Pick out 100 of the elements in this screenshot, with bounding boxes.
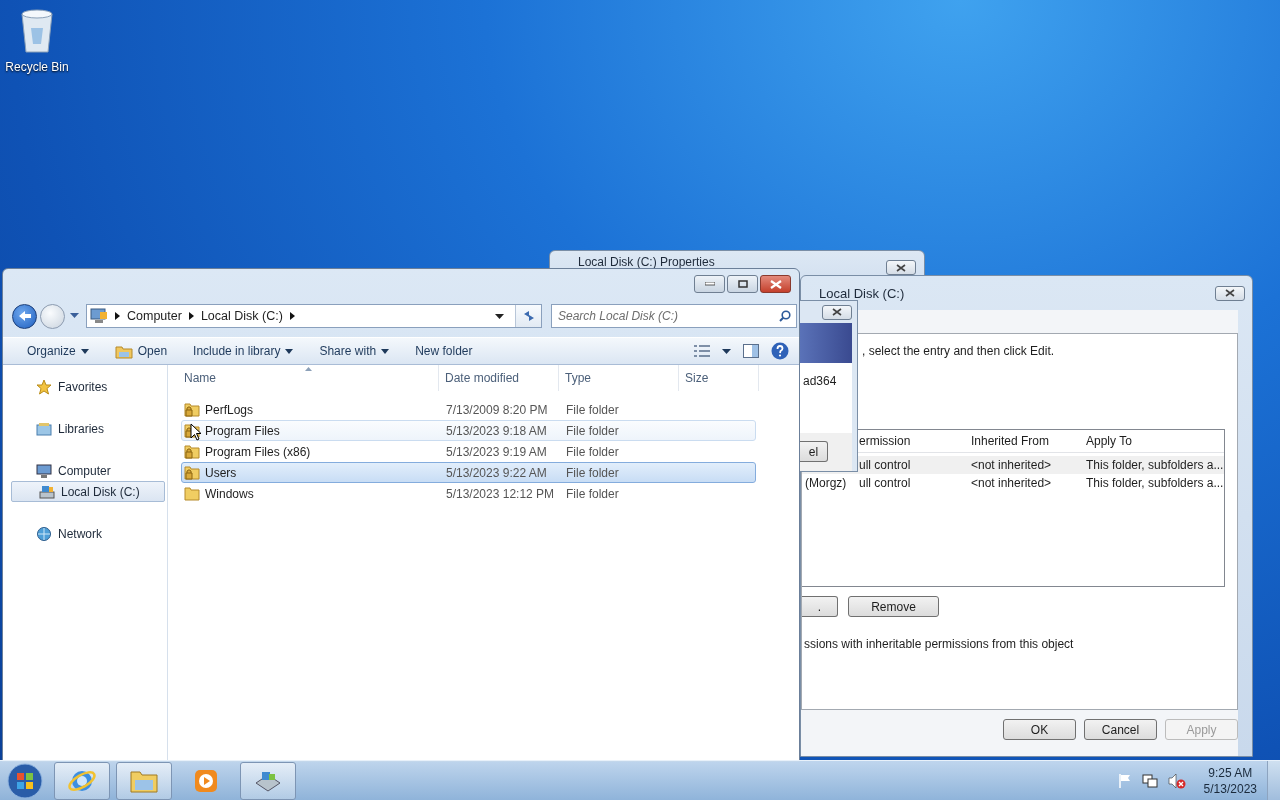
close-button[interactable] xyxy=(1215,285,1245,301)
column-header[interactable]: ermission xyxy=(859,434,971,448)
desktop-icon-label[interactable]: Recycle Bin xyxy=(5,60,69,74)
file-row[interactable]: PerfLogs 7/13/2009 8:20 PM File folder xyxy=(181,399,756,420)
column-header[interactable]: Date modified xyxy=(439,365,559,391)
clock-time[interactable]: 9:25 AM xyxy=(1208,765,1253,780)
toolbar-button[interactable]: New folder xyxy=(406,339,482,363)
sort-arrow-icon xyxy=(305,367,312,371)
dropdown-arrow-icon xyxy=(285,348,294,354)
table-cell-text: <not inherited> xyxy=(971,458,1053,472)
network-icon xyxy=(36,525,52,542)
instruction-text: , select the entry and then click Edit. xyxy=(862,344,1056,358)
taskbar-button[interactable] xyxy=(116,761,172,800)
close-icon xyxy=(769,279,782,289)
minimize-button[interactable] xyxy=(694,275,725,293)
breadcrumb-item[interactable]: Computer xyxy=(127,309,182,323)
file-name: Windows xyxy=(205,486,254,501)
drive-icon xyxy=(39,484,55,499)
breadcrumb-arrow-icon[interactable] xyxy=(289,312,295,320)
file-name: PerfLogs xyxy=(205,402,254,417)
file-row[interactable]: Program Files (x86) 5/13/2023 9:19 AM File folder xyxy=(181,441,756,462)
dropdown-arrow-icon[interactable] xyxy=(495,313,504,319)
close-button[interactable] xyxy=(760,275,791,293)
table-cell: This folder, subfolders a... xyxy=(1086,476,1224,490)
table-cell-text: File folder xyxy=(565,444,620,459)
dialog-button[interactable]: Remove xyxy=(848,596,939,617)
nav-item[interactable]: Computer xyxy=(11,460,165,481)
play-icon xyxy=(194,768,218,793)
search-field[interactable]: Search Local Disk (C:) xyxy=(551,304,797,328)
table-cell-text: 5/13/2023 9:22 AM xyxy=(445,465,548,480)
help-icon[interactable] xyxy=(771,342,789,360)
table-cell-text: <not inherited> xyxy=(971,476,1053,490)
checkbox-label: ssions with inheritable permissions from this object xyxy=(804,637,1075,651)
start-button[interactable] xyxy=(6,761,44,800)
table-cell-text: File folder xyxy=(565,423,620,438)
dropdown-arrow-icon xyxy=(80,348,89,354)
file-name: Program Files xyxy=(205,423,280,438)
taskbar-button[interactable] xyxy=(54,761,110,800)
toolbar-button[interactable]: Organize xyxy=(13,339,98,363)
column-header[interactable]: Size xyxy=(679,365,759,391)
breadcrumb-arrow-icon[interactable] xyxy=(115,312,120,320)
file-name: Program Files (x86) xyxy=(205,444,311,459)
banner xyxy=(800,323,852,363)
window-title: Local Disk (C:) xyxy=(819,285,905,301)
close-icon xyxy=(832,308,842,316)
dropdown-arrow-icon[interactable] xyxy=(722,348,731,354)
close-icon xyxy=(896,263,906,272)
table-cell-text: ull control xyxy=(859,458,912,472)
toolbar-button[interactable]: Share with xyxy=(310,339,399,363)
nav-item[interactable]: Libraries xyxy=(11,418,165,439)
address-bar[interactable]: Computer Local Disk (C:) xyxy=(86,304,542,328)
table-cell-text: ull control xyxy=(859,476,912,490)
table-cell: (Morgz) xyxy=(805,476,847,490)
preview-pane-icon[interactable] xyxy=(743,344,759,358)
table-cell-text: File folder xyxy=(565,465,620,480)
restore-icon xyxy=(737,280,748,288)
restore-button[interactable] xyxy=(727,275,758,293)
breadcrumb-item[interactable]: Local Disk (C:) xyxy=(200,309,283,323)
file-row[interactable]: Program Files 5/13/2023 9:18 AM File folder xyxy=(181,420,756,441)
window-title: Local Disk (C:) Properties xyxy=(578,255,715,269)
file-row[interactable]: Users 5/13/2023 9:22 AM File folder xyxy=(181,462,756,483)
nav-item[interactable]: Favorites xyxy=(11,376,165,397)
network-icon[interactable] xyxy=(1141,772,1158,789)
file-row[interactable]: Windows 5/13/2023 12:12 PM File folder xyxy=(181,483,756,504)
table-cell-text: File folder xyxy=(565,486,620,501)
dialog-text: ad364 xyxy=(802,374,837,388)
dialog-button[interactable]: el xyxy=(800,441,828,462)
star-icon xyxy=(36,378,52,395)
close-button[interactable] xyxy=(822,304,852,320)
back-arrow-icon xyxy=(17,310,32,322)
file-name: Users xyxy=(205,465,237,480)
column-header[interactable]: Type xyxy=(559,365,679,391)
clock-date[interactable]: 5/13/2023 xyxy=(1203,781,1257,796)
taskbar-button[interactable] xyxy=(240,761,296,800)
dialog-button[interactable]: Cancel xyxy=(1084,719,1157,740)
toolbar-button[interactable]: Open xyxy=(105,339,177,363)
nav-item[interactable]: Local Disk (C:) xyxy=(11,481,165,502)
table-cell-text: 5/13/2023 9:18 AM xyxy=(445,423,548,438)
table-cell-text: 5/13/2023 9:19 AM xyxy=(445,444,548,459)
dropdown-arrow-icon xyxy=(381,348,390,354)
breadcrumb-arrow-icon[interactable] xyxy=(188,312,194,320)
nav-item[interactable]: Network xyxy=(11,523,165,544)
back-button[interactable] xyxy=(12,303,37,329)
mouse-cursor-icon xyxy=(190,423,202,441)
column-header[interactable]: Apply To xyxy=(1086,434,1224,448)
dialog-button[interactable]: OK xyxy=(1003,719,1076,740)
dialog-button[interactable]: . xyxy=(802,596,838,617)
table-cell-text: 7/13/2009 8:20 PM xyxy=(445,402,549,417)
view-options-icon[interactable] xyxy=(694,345,710,357)
table-cell: This folder, subfolders a... xyxy=(1086,458,1224,472)
column-header[interactable]: Inherited From xyxy=(971,434,1086,448)
permission-row[interactable]: (Morgz) ull control <not inherited> This folder, subfolders a... xyxy=(802,474,1224,492)
table-cell-text: File folder xyxy=(565,402,620,417)
minimize-icon xyxy=(704,282,715,286)
toolbar-button[interactable]: Include in library xyxy=(184,339,303,363)
close-button[interactable] xyxy=(886,260,916,275)
volume-muted-icon[interactable] xyxy=(1167,772,1186,789)
recycle-bin-icon[interactable] xyxy=(19,8,55,54)
refresh-button[interactable] xyxy=(515,305,541,327)
folder-icon xyxy=(114,343,133,359)
